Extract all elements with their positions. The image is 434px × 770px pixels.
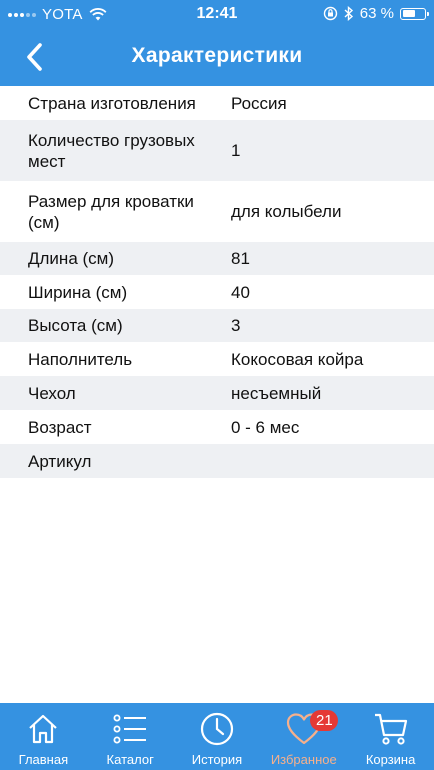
tab-home[interactable]: Главная — [0, 703, 87, 770]
spec-value: несъемный — [231, 383, 322, 403]
spec-row: Чехол несъемный — [0, 376, 434, 410]
orientation-lock-icon — [323, 6, 337, 21]
bottom-tab-bar: Главная Каталог История 21 Избранное Кор… — [0, 703, 434, 770]
spec-label: Ширина (см) — [28, 282, 128, 302]
spec-row: Ширина (см) 40 — [0, 275, 434, 309]
top-bar: YOTA 12:41 63 % Характеристики — [0, 0, 434, 86]
spec-value: 3 — [231, 316, 241, 335]
spec-row: Возраст 0 - 6 мес — [0, 410, 434, 444]
battery-percent: 63 % — [359, 5, 394, 22]
status-bar: YOTA 12:41 63 % — [0, 0, 434, 30]
tab-label: История — [191, 752, 243, 767]
spec-value: 81 — [231, 249, 250, 268]
clock-icon — [199, 711, 235, 747]
page-title: Характеристики — [131, 44, 303, 67]
spec-row: Размер для кроватки (см) для колыбели — [0, 181, 434, 242]
spec-row: Наполнитель Кокосовая койра — [0, 342, 434, 376]
tab-label: Главная — [18, 752, 69, 767]
spec-label: Размер для кроватки (см) — [28, 191, 194, 232]
spec-label: Возраст — [28, 417, 92, 437]
tab-label: Избранное — [270, 752, 337, 767]
spec-label: Наполнитель — [28, 349, 133, 369]
specs-table: Страна изготовления Россия Количество гр… — [0, 86, 434, 478]
spec-value: Кокосовая койра — [231, 349, 364, 369]
spec-label: Длина (см) — [28, 249, 115, 268]
spec-row: Количество грузовых мест 1 — [0, 120, 434, 181]
spec-row: Высота (см) 3 — [0, 309, 434, 342]
battery-fill — [402, 10, 416, 17]
tab-cart[interactable]: Корзина — [347, 703, 434, 770]
favorites-count-badge: 21 — [310, 710, 339, 731]
spec-label: Высота (см) — [28, 316, 123, 335]
status-right: 63 % — [323, 5, 429, 22]
spec-row: Длина (см) 81 — [0, 242, 434, 275]
spec-value: 1 — [231, 141, 241, 160]
spec-value: 0 - 6 мес — [231, 417, 300, 437]
spec-value: Россия — [231, 93, 287, 113]
spec-label: Страна изготовления — [28, 93, 196, 113]
spec-value: 40 — [231, 282, 250, 302]
battery-icon — [400, 7, 429, 20]
tab-history[interactable]: История — [174, 703, 261, 770]
spec-label: Количество грузовых мест — [28, 130, 195, 171]
tab-catalog[interactable]: Каталог — [87, 703, 174, 770]
cart-icon — [373, 711, 409, 747]
tab-label: Корзина — [365, 752, 416, 767]
tab-favorites[interactable]: 21 Избранное — [260, 703, 347, 770]
navigation-bar: Характеристики — [0, 30, 434, 86]
list-icon — [112, 711, 148, 747]
spec-row: Страна изготовления Россия — [0, 86, 434, 120]
spec-row: Артикул — [0, 444, 434, 478]
home-icon — [25, 711, 61, 747]
tab-label: Каталог — [106, 752, 154, 767]
spec-label: Чехол — [28, 383, 76, 403]
bluetooth-icon — [344, 6, 353, 21]
spec-label: Артикул — [28, 451, 92, 471]
spec-value: для колыбели — [231, 202, 342, 221]
